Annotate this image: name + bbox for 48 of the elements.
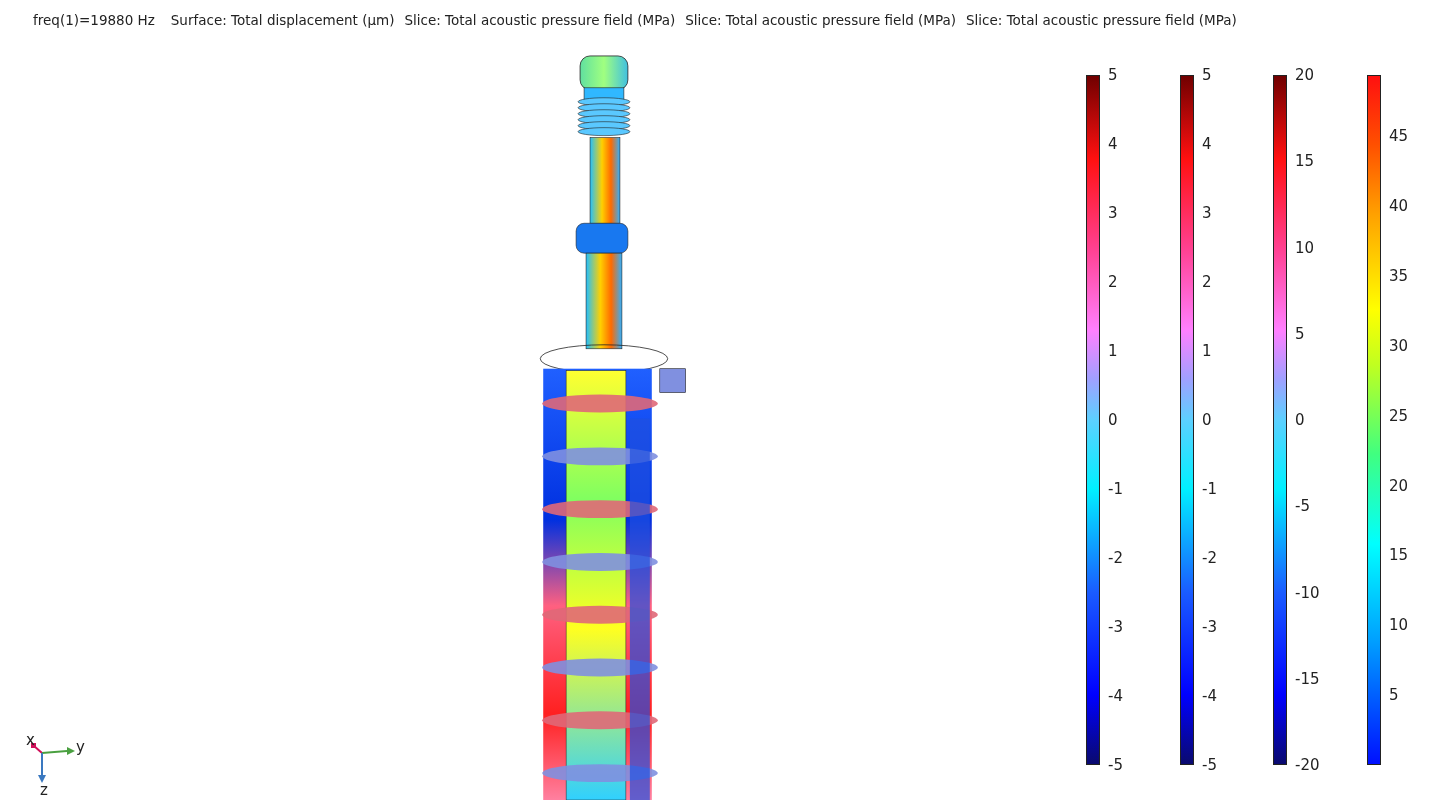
scale-tick-label: 10 — [1295, 239, 1315, 256]
scale-tick-label: 1 — [1202, 343, 1212, 359]
scale-tick-label: 5 — [1108, 67, 1118, 83]
scale-tick-label: 10 — [1389, 617, 1409, 634]
scale-tick-label: -1 — [1202, 481, 1217, 497]
scale-tick-label: 45 — [1389, 128, 1409, 145]
plot-title: Slice: Total acoustic pressure field (MPa) — [966, 12, 1237, 28]
scale-tick-label: 5 — [1202, 67, 1212, 83]
scale-tick-label: -20 — [1295, 757, 1320, 773]
scale-tick-label: -15 — [1295, 670, 1320, 687]
scale-tick-label: 2 — [1202, 274, 1212, 290]
scale-tick-label: -5 — [1202, 757, 1217, 773]
scale-tick-label: 3 — [1108, 205, 1118, 221]
scale-tick-label: 3 — [1202, 205, 1212, 221]
scale-tick-label: 4 — [1108, 136, 1118, 152]
scale-tick-label: 35 — [1389, 268, 1409, 285]
scale-tick-label: 20 — [1389, 477, 1409, 494]
scale-tick-label: 25 — [1389, 407, 1409, 424]
scale-tick-label: 5 — [1389, 687, 1399, 704]
scale-tick-label: -5 — [1108, 757, 1123, 773]
plot-title: Slice: Total acoustic pressure field (MPa) — [685, 12, 956, 28]
scale-tick-label: -1 — [1108, 481, 1123, 497]
plot-title: Surface: Total displacement (µm) — [170, 12, 395, 28]
scale-tick-label: -4 — [1202, 688, 1217, 704]
scale-tick-label: 20 — [1295, 67, 1315, 83]
scale-tick-label: 0 — [1202, 412, 1212, 428]
scale-tick-label: 1 — [1108, 343, 1118, 359]
scale-tick-label: -3 — [1108, 619, 1123, 635]
scale-tick-label: 15 — [1389, 547, 1409, 564]
scale-tick-label: -4 — [1108, 688, 1123, 704]
axis-label: x — [26, 732, 35, 748]
scale-tick-label: -10 — [1295, 584, 1320, 601]
plot-title: freq(1)=19880 Hz — [33, 12, 155, 28]
axis-label: y — [76, 739, 85, 755]
scale-tick-label: -3 — [1202, 619, 1217, 635]
scale-tick-label: 5 — [1295, 325, 1305, 342]
scale-tick-label: -5 — [1295, 498, 1310, 515]
scale-tick-label: 4 — [1202, 136, 1212, 152]
plot-title: Slice: Total acoustic pressure field (MPa) — [404, 12, 676, 28]
scale-tick-label: 30 — [1389, 337, 1409, 354]
scale-tick-label: 2 — [1108, 274, 1118, 290]
scale-tick-label: -2 — [1202, 550, 1217, 566]
scale-tick-label: 15 — [1295, 153, 1315, 170]
scale-tick-label: 0 — [1295, 412, 1305, 428]
scale-tick-label: -2 — [1108, 550, 1123, 566]
scale-tick-label: 40 — [1389, 198, 1409, 215]
scale-tick-label: 0 — [1108, 412, 1118, 428]
axis-label: z — [40, 782, 48, 798]
